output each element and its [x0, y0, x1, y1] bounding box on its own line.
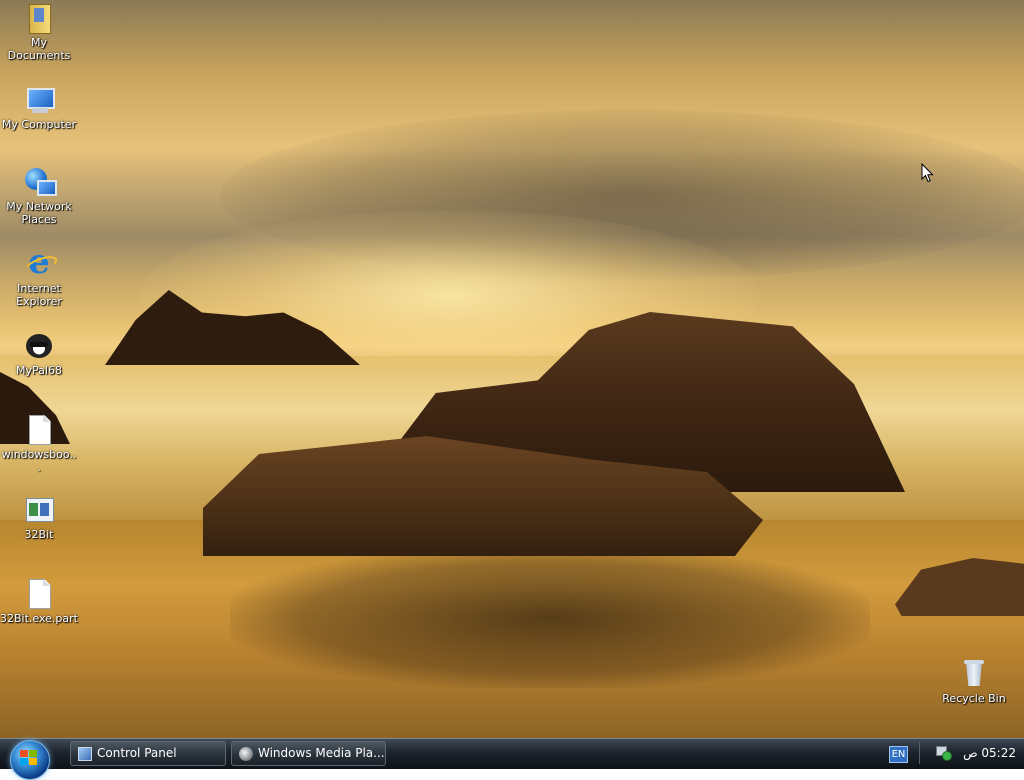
taskbar-button-windows-media-player[interactable]: Windows Media Pla...: [231, 741, 386, 766]
my-documents-icon: [23, 2, 55, 34]
desktop-icon-label: 32Bit: [24, 528, 54, 541]
network-status-icon[interactable]: [936, 745, 952, 761]
desktop-icon-label: 32Bit.exe.part: [0, 612, 78, 625]
taskbar-button-control-panel[interactable]: Control Panel: [70, 741, 226, 766]
desktop-icon-label: Internet Explorer: [16, 282, 62, 308]
desktop-icon-label: My Computer: [1, 118, 77, 131]
desktop-icon-32bit[interactable]: 32Bit: [0, 494, 78, 541]
network-places-icon: [23, 166, 57, 198]
desktop-icon-label: Recycle Bin: [942, 692, 1006, 705]
taskbar-button-label: Windows Media Pla...: [258, 746, 385, 760]
media-player-icon: [239, 747, 253, 761]
my-computer-icon: [23, 84, 55, 116]
windows-flag-icon: [20, 750, 38, 766]
start-button[interactable]: [10, 740, 50, 780]
desktop-icon-mypal68[interactable]: MyPal68: [0, 330, 78, 377]
language-indicator[interactable]: EN: [889, 746, 908, 763]
blank-file-icon: [23, 578, 55, 610]
taskbar-button-label: Control Panel: [97, 746, 177, 760]
desktop-icon-internet-explorer[interactable]: Internet Explorer: [0, 242, 78, 308]
desktop-icon-label: windowsboo...: [1, 448, 77, 474]
desktop-icon-my-computer[interactable]: My Computer: [0, 84, 78, 131]
recycle-bin-icon: [958, 658, 990, 690]
desktop-icon-label: My Network Places: [6, 200, 72, 226]
control-panel-icon: [78, 747, 92, 761]
tray-separator: [919, 742, 920, 764]
desktop-icon-label: My Documents: [7, 36, 71, 62]
desktop-icon-my-documents[interactable]: My Documents: [0, 2, 78, 62]
system-clock[interactable]: 05:22 ص: [956, 744, 1016, 762]
mouse-pointer-icon: [921, 163, 934, 183]
internet-explorer-icon: [23, 242, 55, 280]
desktop-icon-label: MyPal68: [16, 364, 62, 377]
desktop-icon-windowsboot-file[interactable]: windowsboo...: [0, 414, 78, 474]
desktop-icon-my-network-places[interactable]: My Network Places: [0, 166, 78, 226]
blank-file-icon: [23, 414, 55, 446]
mypal-browser-icon: [23, 330, 55, 362]
desktop-wallpaper: [0, 0, 1024, 738]
wallpaper-reflection: [230, 548, 870, 688]
desktop-icon-recycle-bin[interactable]: Recycle Bin: [935, 658, 1013, 705]
desktop-icon-32bit-exe-part[interactable]: 32Bit.exe.part: [0, 578, 78, 625]
application-icon: [23, 494, 55, 526]
